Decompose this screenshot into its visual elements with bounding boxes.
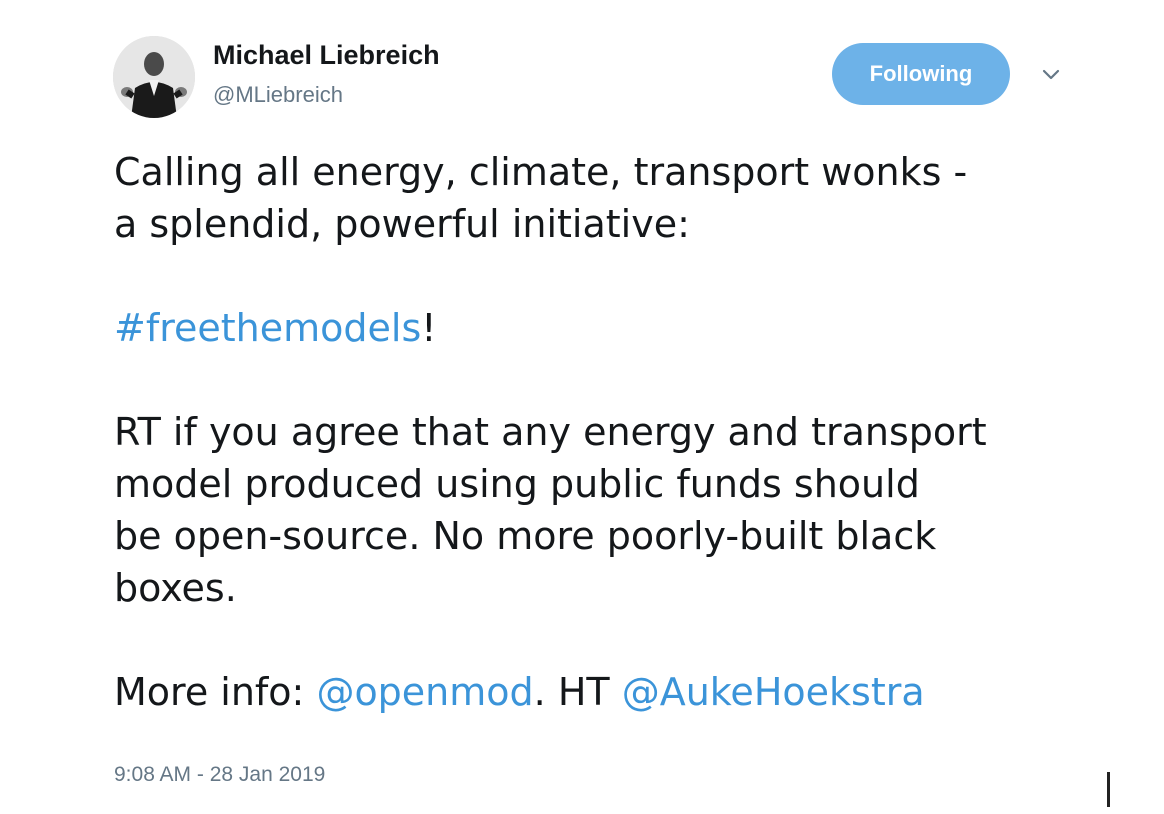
following-button[interactable]: Following <box>832 43 1010 105</box>
tweet-text-line: be open-source. No more poorly-built bla… <box>114 514 937 558</box>
mention-aukehoekstra-link[interactable]: @AukeHoekstra <box>622 670 925 714</box>
author-display-name[interactable]: Michael Liebreich <box>213 40 440 71</box>
tweet-text-line: boxes. <box>114 566 237 610</box>
avatar-photo <box>113 36 195 118</box>
avatar[interactable] <box>113 36 195 118</box>
ht-text: . HT <box>533 670 622 714</box>
hashtag-line: #freethemodels! <box>114 302 1094 354</box>
tweet-timestamp[interactable]: 9:08 AM - 28 Jan 2019 <box>114 763 325 787</box>
hashtag-link[interactable]: #freethemodels <box>114 306 421 350</box>
tweet-card: Michael Liebreich @MLiebreich Following … <box>0 0 1164 814</box>
tweet-text-line: Calling all energy, climate, transport w… <box>114 150 968 194</box>
hashtag-suffix: ! <box>421 306 437 350</box>
tweet-text-line: a splendid, powerful initiative: <box>114 202 690 246</box>
author-handle[interactable]: @MLiebreich <box>213 82 343 108</box>
mention-openmod-link[interactable]: @openmod <box>316 670 533 714</box>
tweet-text: Calling all energy, climate, transport w… <box>114 146 1094 718</box>
tweet-text-line: model produced using public funds should <box>114 462 920 506</box>
text-cursor <box>1107 772 1110 807</box>
tweet-text-line: RT if you agree that any energy and tran… <box>114 410 987 454</box>
more-info-prefix: More info: <box>114 670 317 714</box>
chevron-down-icon[interactable] <box>1040 64 1062 86</box>
more-info-line: More info: @openmod. HT @AukeHoekstra <box>114 666 1094 718</box>
